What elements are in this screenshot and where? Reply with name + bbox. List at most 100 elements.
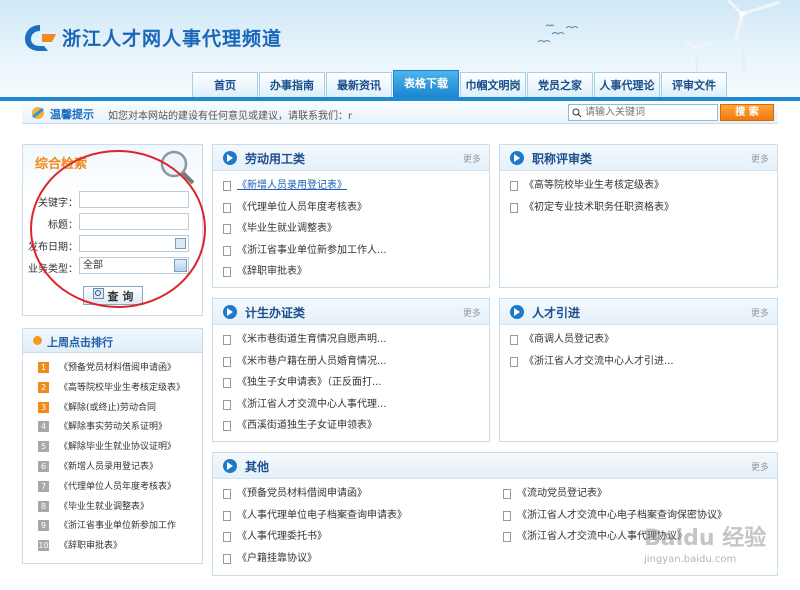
- list-item[interactable]: 《独生子女申请表》（正反面打...: [223, 372, 489, 394]
- list-item[interactable]: 7 《代理单位人员年度考核表》: [23, 480, 202, 500]
- category-talent-introduction: 人才引进 更多 《商调人员登记表》 《浙江省人才交流中心人才引进...: [499, 298, 778, 442]
- list-item[interactable]: 《毕业生就业调整表》: [223, 218, 489, 240]
- title-input[interactable]: [80, 214, 188, 229]
- list-item[interactable]: 《流动党员登记表》: [503, 483, 773, 505]
- list-item[interactable]: 9 《浙江省事业单位新参加工作: [23, 519, 202, 539]
- magnifier-icon: [160, 150, 195, 185]
- business-type-select[interactable]: 全部: [79, 257, 189, 274]
- query-button-label: 查 询: [107, 289, 134, 303]
- more-link[interactable]: 更多: [463, 152, 481, 165]
- calendar-icon[interactable]: [175, 238, 186, 249]
- document-icon: [223, 267, 231, 277]
- nav-party-home[interactable]: 党员之家: [527, 72, 593, 98]
- birds-decoration-icon: [537, 24, 579, 43]
- nav-guide[interactable]: 办事指南: [259, 72, 325, 98]
- document-icon: [223, 335, 231, 345]
- nav-forms-download[interactable]: 表格下载: [393, 70, 459, 98]
- document-icon: [510, 181, 518, 191]
- arrow-up-icon: [33, 336, 42, 345]
- nav-review-docs[interactable]: 评审文件: [661, 72, 727, 98]
- document-icon: [510, 202, 518, 213]
- nav-news[interactable]: 最新资讯: [326, 72, 392, 98]
- list-item[interactable]: 《初定专业技术职务任职资格表》: [510, 197, 777, 219]
- search-panel-title: 综合检索: [35, 157, 88, 172]
- search-icon: [92, 288, 104, 299]
- weekly-ranking-panel: 上周点击排行 1 《预备党员材料借阅申请函》 2 《高等院校毕业生考核定级表》 3 《…: [22, 328, 203, 564]
- document-icon: [223, 202, 231, 213]
- category-title-review: 职称评审类 更多 《高等院校毕业生考核定级表》 《初定专业技术职务任职资格表》: [499, 144, 778, 288]
- chevron-down-icon[interactable]: [174, 259, 187, 272]
- list-item[interactable]: 《人事代理委托书》: [223, 526, 493, 548]
- nav-women-post[interactable]: 巾帼文明岗: [460, 72, 526, 98]
- ranking-list: 1 《预备党员材料借阅申请函》 2 《高等院校毕业生考核定级表》 3 《解除(或终止)…: [23, 353, 202, 559]
- main-nav: 首页 办事指南 最新资讯 表格下载 巾帼文明岗 党员之家 人事代理论坛 评审文件: [192, 70, 728, 98]
- list-item[interactable]: 《辞职审批表》: [223, 261, 489, 283]
- date-input[interactable]: [80, 236, 188, 251]
- search-icon: [572, 108, 582, 118]
- list-item[interactable]: 《米市巷户籍在册人员婚育情况...: [223, 351, 489, 373]
- list-item[interactable]: 《浙江省事业单位新参加工作人...: [223, 240, 489, 262]
- site-search-input[interactable]: [585, 106, 713, 119]
- document-icon: [510, 335, 518, 345]
- site-title[interactable]: 浙江人才网人事代理频道: [62, 24, 282, 51]
- date-label: 发布日期：: [28, 242, 78, 253]
- list-item[interactable]: 8 《毕业生就业调整表》: [23, 500, 202, 520]
- title-label: 标题：: [48, 220, 78, 231]
- list-item[interactable]: 《商调人员登记表》: [510, 329, 777, 351]
- category-title[interactable]: 计生办证类: [245, 304, 305, 321]
- type-row: 业务类型： 全部: [23, 257, 204, 275]
- notice-bar: 温馨提示 如您对本网站的建设有任何意见或建议，请联系我们：r 搜 索: [22, 102, 778, 124]
- list-item[interactable]: 4 《解除事实劳动关系证明》: [23, 420, 202, 440]
- list-item[interactable]: 2 《高等院校毕业生考核定级表》: [23, 381, 202, 401]
- category-family-planning: 计生办证类 更多 《米市巷街道生育情况自愿声明... 《米市巷户籍在册人员婚育情…: [212, 298, 490, 442]
- more-link[interactable]: 更多: [751, 306, 769, 319]
- document-icon: [503, 489, 511, 499]
- list-item[interactable]: 3 《解除(或终止)劳动合同: [23, 401, 202, 421]
- list-item[interactable]: 《新增人员录用登记表》: [223, 175, 489, 197]
- notice-icon: [32, 107, 44, 119]
- list-item[interactable]: 10 《辞职审批表》: [23, 539, 202, 559]
- list-item[interactable]: 《人事代理单位电子档案查询申请表》: [223, 505, 493, 527]
- document-icon: [223, 181, 231, 191]
- nav-forum[interactable]: 人事代理论坛: [594, 72, 660, 98]
- more-link[interactable]: 更多: [751, 460, 769, 473]
- document-icon: [223, 489, 231, 499]
- site-logo-icon[interactable]: [22, 22, 58, 54]
- nav-underline: [0, 97, 800, 101]
- list-item[interactable]: 《代理单位人员年度考核表》: [223, 197, 489, 219]
- category-labor: 劳动用工类 更多 《新增人员录用登记表》 《代理单位人员年度考核表》 《毕业生就…: [212, 144, 490, 288]
- category-title[interactable]: 职称评审类: [532, 150, 592, 167]
- list-item[interactable]: 《西溪街道独生子女证申领表》: [223, 415, 489, 437]
- category-title[interactable]: 其他: [245, 458, 269, 475]
- more-link[interactable]: 更多: [463, 306, 481, 319]
- notice-text: 如您对本网站的建设有任何意见或建议，请联系我们：r: [108, 111, 353, 122]
- list-item[interactable]: 《预备党员材料借阅申请函》: [223, 483, 493, 505]
- nav-home[interactable]: 首页: [192, 72, 258, 98]
- list-item[interactable]: 《户籍挂靠协议》: [223, 548, 493, 570]
- list-item[interactable]: 《米市巷街道生育情况自愿声明...: [223, 329, 489, 351]
- list-item[interactable]: 《浙江省人才交流中心人事代理...: [223, 394, 489, 416]
- keyword-label: 关键字：: [38, 198, 78, 209]
- keyword-input[interactable]: [80, 192, 188, 207]
- list-item[interactable]: 《高等院校毕业生考核定级表》: [510, 175, 777, 197]
- document-icon: [503, 510, 511, 521]
- document-icon: [223, 532, 231, 542]
- list-item[interactable]: 5 《解除毕业生就业协议证明》: [23, 440, 202, 460]
- keyword-row: 关键字：: [23, 191, 204, 209]
- watermark-url: jingyan.baidu.com: [644, 554, 737, 565]
- category-title[interactable]: 人才引进: [532, 304, 580, 321]
- site-search-button[interactable]: 搜 索: [720, 104, 774, 121]
- list-item[interactable]: 1 《预备党员材料借阅申请函》: [23, 361, 202, 381]
- category-title[interactable]: 劳动用工类: [245, 150, 305, 167]
- more-link[interactable]: 更多: [751, 152, 769, 165]
- title-row: 标题：: [23, 213, 204, 231]
- list-item[interactable]: 6 《新增人员录用登记表》: [23, 460, 202, 480]
- category-arrow-icon: [510, 305, 524, 319]
- document-icon: [223, 378, 231, 388]
- document-icon: [223, 399, 231, 410]
- watermark: Baidu 经验: [644, 526, 767, 551]
- document-icon: [223, 356, 231, 367]
- advanced-search-panel: 综合检索 关键字： 标题： 发布日期： 业务类型： 全部 查 询: [22, 144, 203, 316]
- query-button[interactable]: 查 询: [83, 286, 143, 305]
- list-item[interactable]: 《浙江省人才交流中心人才引进...: [510, 351, 777, 373]
